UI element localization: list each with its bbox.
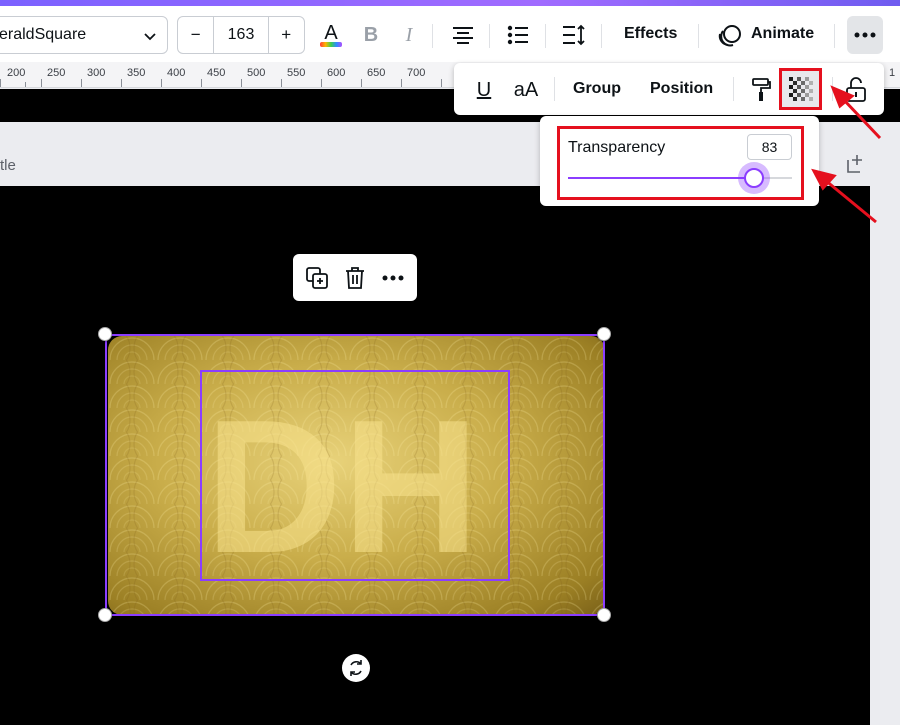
ruler-label: 450 bbox=[207, 67, 226, 79]
trash-icon[interactable] bbox=[343, 266, 367, 290]
transparency-value-input[interactable]: 83 bbox=[747, 134, 792, 160]
ruler-tick bbox=[121, 79, 122, 87]
more-options-button[interactable] bbox=[847, 16, 883, 54]
animate-icon[interactable] bbox=[715, 20, 745, 50]
more-icon bbox=[854, 32, 876, 38]
transparency-slider-fill bbox=[568, 177, 754, 179]
font-family-value: eraldSquare bbox=[0, 26, 87, 43]
align-center-icon[interactable] bbox=[448, 20, 478, 50]
ruler-label: 300 bbox=[87, 67, 106, 79]
more-icon[interactable] bbox=[381, 266, 405, 290]
toolbar-divider bbox=[832, 77, 833, 101]
ruler-tick bbox=[441, 79, 442, 87]
ruler-tick bbox=[41, 79, 42, 87]
font-size-input[interactable]: 163 bbox=[213, 17, 269, 53]
editor-toolbar: eraldSquare − 163 + A B I Effects Animat… bbox=[0, 6, 900, 62]
increase-font-size-button[interactable]: + bbox=[269, 17, 304, 53]
spacing-icon[interactable] bbox=[559, 20, 589, 50]
ruler-label: 600 bbox=[327, 67, 346, 79]
decrease-font-size-button[interactable]: − bbox=[178, 17, 213, 53]
page-title[interactable]: tle bbox=[0, 157, 16, 174]
underline-button[interactable]: U bbox=[470, 76, 498, 104]
resize-handle-bottom-right[interactable] bbox=[597, 608, 611, 622]
ruler-tick bbox=[401, 79, 402, 87]
transparency-slider-thumb[interactable] bbox=[743, 168, 764, 188]
rotate-handle[interactable] bbox=[342, 654, 370, 682]
paint-roller-icon[interactable] bbox=[748, 76, 776, 104]
transparency-popover: Transparency 83 bbox=[540, 116, 819, 206]
resize-handle-bottom-left[interactable] bbox=[98, 608, 112, 622]
group-button[interactable]: Group bbox=[573, 80, 621, 98]
toolbar-divider bbox=[554, 77, 555, 101]
element-context-toolbar bbox=[293, 254, 417, 301]
ruler-tick bbox=[0, 79, 1, 87]
list-icon[interactable] bbox=[503, 20, 533, 50]
ruler-label: 350 bbox=[127, 67, 146, 79]
resize-handle-top-right[interactable] bbox=[597, 327, 611, 341]
ruler-label: 550 bbox=[287, 67, 306, 79]
font-size-stepper: − 163 + bbox=[177, 16, 305, 54]
rotate-icon bbox=[350, 660, 362, 676]
ruler-label: 200 bbox=[7, 67, 26, 79]
ruler-label: 400 bbox=[167, 67, 186, 79]
ruler-tick bbox=[81, 79, 82, 87]
ruler-label: 700 bbox=[407, 67, 426, 79]
toolbar-divider bbox=[698, 24, 699, 48]
add-page-icon[interactable] bbox=[845, 154, 865, 179]
position-button[interactable]: Position bbox=[650, 80, 713, 98]
resize-handle-top-left[interactable] bbox=[98, 327, 112, 341]
effects-button[interactable]: Effects bbox=[624, 25, 677, 43]
toolbar-divider bbox=[489, 24, 490, 48]
ruler-label: 250 bbox=[47, 67, 66, 79]
toolbar-divider bbox=[733, 77, 734, 101]
toolbar-divider bbox=[432, 24, 433, 48]
canvas-scroll-gutter bbox=[870, 186, 900, 725]
transparency-button[interactable] bbox=[779, 68, 822, 110]
letter-case-button[interactable]: aA bbox=[508, 76, 544, 104]
ruler-tick bbox=[361, 79, 362, 87]
italic-button[interactable]: I bbox=[394, 20, 424, 50]
ruler-tick bbox=[161, 79, 162, 87]
font-family-select[interactable]: eraldSquare bbox=[0, 16, 168, 54]
ruler-tick bbox=[25, 82, 26, 87]
toolbar-divider bbox=[601, 24, 602, 48]
selection-border bbox=[105, 334, 605, 616]
toolbar-divider bbox=[834, 24, 835, 48]
ruler-tick bbox=[281, 79, 282, 87]
copy-icon[interactable] bbox=[305, 266, 329, 290]
ruler-label: 650 bbox=[367, 67, 386, 79]
ruler-tick bbox=[201, 79, 202, 87]
chevron-down-icon bbox=[143, 29, 157, 48]
bold-button[interactable]: B bbox=[356, 20, 386, 50]
transparency-label: Transparency bbox=[568, 139, 666, 156]
ruler-tick bbox=[321, 79, 322, 87]
toolbar-divider bbox=[545, 24, 546, 48]
text-color-icon[interactable]: A bbox=[316, 20, 346, 50]
more-options-toolbar: U aA Group Position bbox=[454, 63, 884, 115]
ruler-label: 1 bbox=[889, 67, 896, 79]
lock-icon[interactable] bbox=[842, 76, 870, 104]
animate-button[interactable]: Animate bbox=[751, 25, 814, 43]
ruler-tick bbox=[241, 79, 242, 87]
ruler-label: 500 bbox=[247, 67, 266, 79]
text-color-glyph: A bbox=[324, 22, 338, 44]
transparency-icon bbox=[788, 77, 813, 101]
